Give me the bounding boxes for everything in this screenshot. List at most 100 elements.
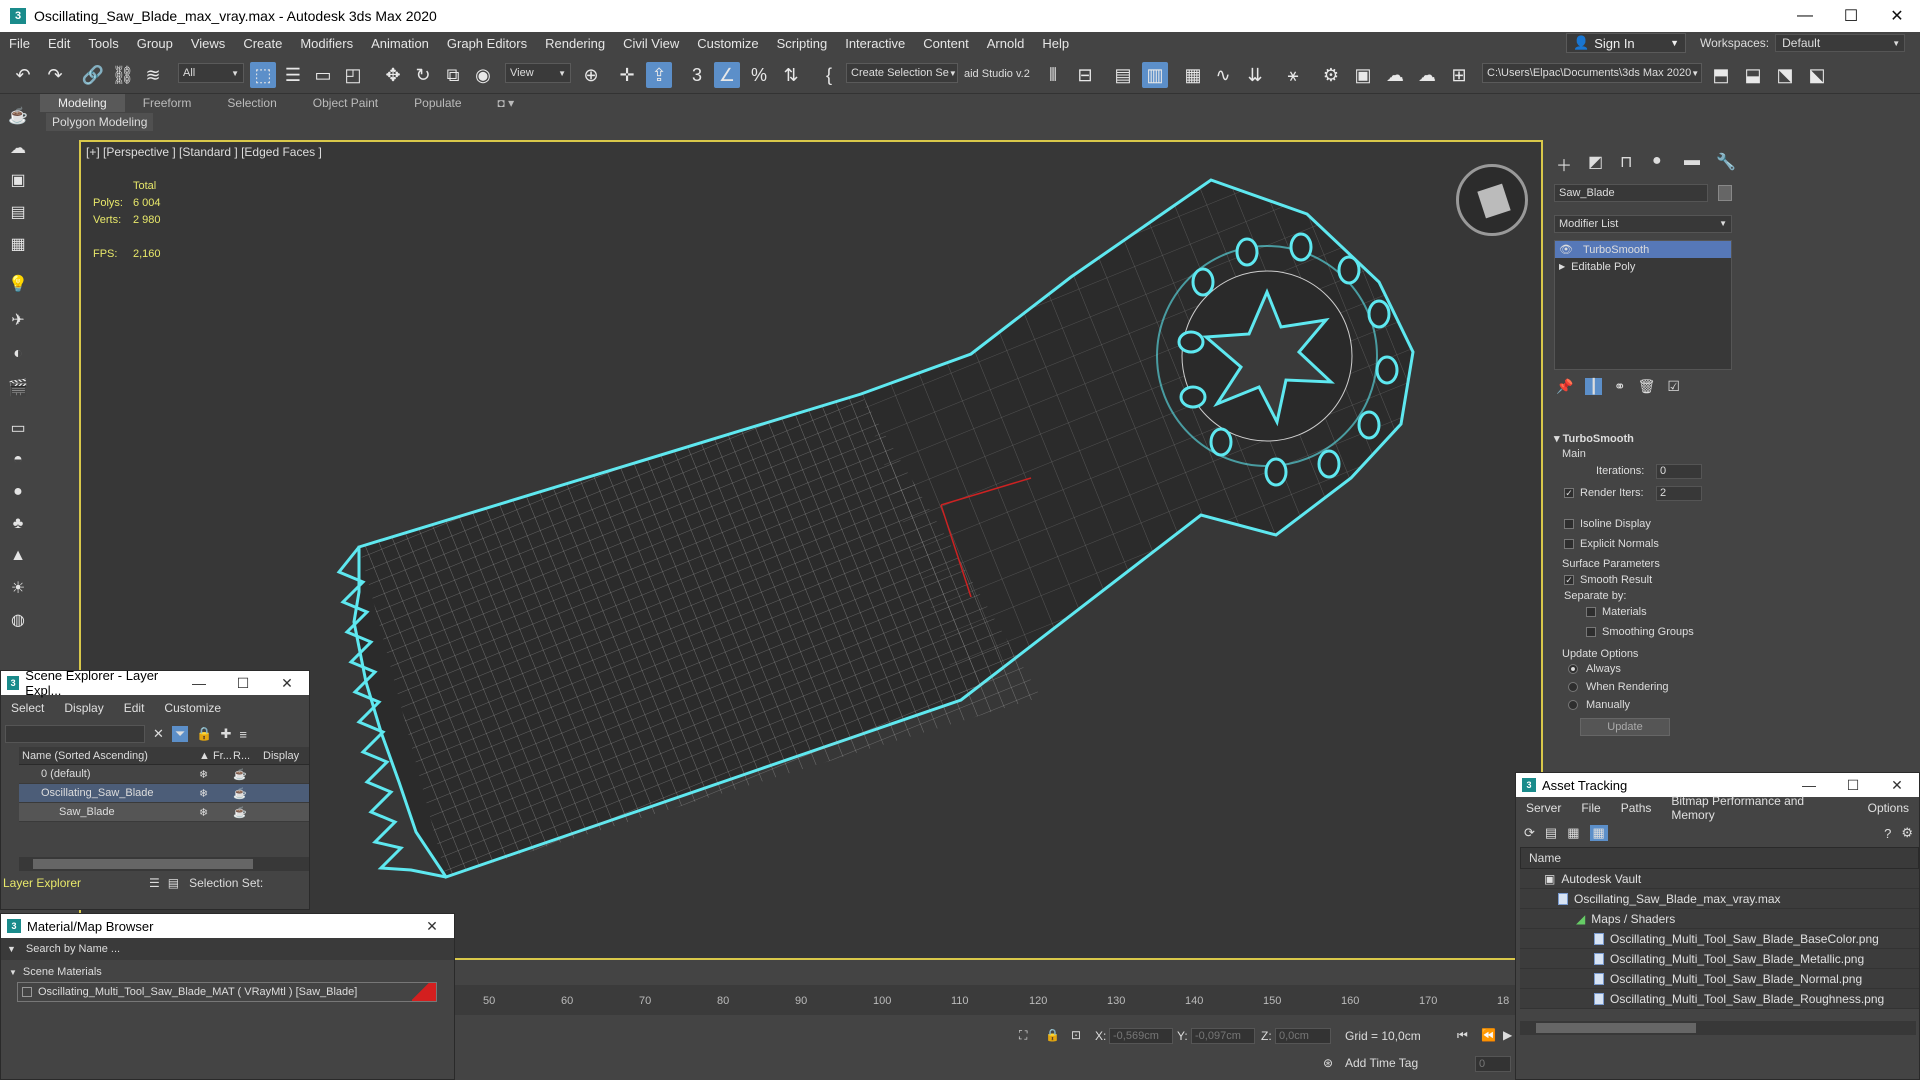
undo-icon[interactable]: ↶ <box>10 62 36 88</box>
filter-icon[interactable]: ⏷ <box>171 726 189 742</box>
vault-icon[interactable]: ⚙ <box>1901 825 1913 841</box>
angle-snap-icon[interactable]: ∠ <box>714 62 740 88</box>
rendered-frame-icon[interactable]: ▣ <box>1350 62 1376 88</box>
stack-item-turbosmooth[interactable]: 👁 TurboSmooth <box>1555 241 1731 258</box>
menu-civil-view[interactable]: Civil View <box>614 36 688 51</box>
maximize-button[interactable]: ☐ <box>1828 0 1874 32</box>
rotate-icon[interactable]: ↻ <box>410 62 436 88</box>
hierarchy-tab-icon[interactable]: ⊓ <box>1620 152 1644 176</box>
light-icon[interactable]: 💡 <box>6 272 30 296</box>
list-view-icon[interactable]: ▤ <box>1545 825 1557 841</box>
object-name-field[interactable]: Saw_Blade <box>1554 184 1708 202</box>
col-name[interactable]: Name (Sorted Ascending) <box>19 750 199 762</box>
redo-icon[interactable]: ↷ <box>42 62 68 88</box>
x-coordinate-field[interactable]: -0,569cm <box>1109 1028 1173 1044</box>
project-open-icon[interactable]: ⬓ <box>1740 62 1766 88</box>
maximize-button[interactable]: ☐ <box>221 675 265 692</box>
help-icon[interactable]: ? <box>1884 826 1891 841</box>
project-settings-icon[interactable]: ⬕ <box>1804 62 1830 88</box>
y-coordinate-field[interactable]: -0,097cm <box>1191 1028 1255 1044</box>
menu-customize[interactable]: Customize <box>154 701 231 715</box>
close-button[interactable]: ✕ <box>265 675 309 692</box>
render-iters-checkbox[interactable]: ✓ <box>1564 488 1574 498</box>
object-row[interactable]: Saw_Blade ❄ ☕ <box>19 803 309 822</box>
grid-icon[interactable]: ▦ <box>6 232 30 256</box>
ribbon-polygon-modeling[interactable]: Polygon Modeling <box>46 113 154 131</box>
menu-scripting[interactable]: Scripting <box>768 36 837 51</box>
layer-explorer-label[interactable]: Layer Explorer <box>1 876 141 890</box>
rect-selection-icon[interactable]: ▭ <box>310 62 336 88</box>
layer-row[interactable]: 0 (default) ❄ ☕ <box>19 765 309 784</box>
select-manipulate-icon[interactable]: ✛ <box>614 62 640 88</box>
freeze-icon[interactable]: ❄ <box>199 787 233 800</box>
document-icon[interactable]: ▤ <box>6 200 30 224</box>
align-icon[interactable]: ⊟ <box>1072 62 1098 88</box>
material-sphere-icon[interactable]: ◍ <box>6 608 30 632</box>
material-search-input[interactable]: Search by Name ... <box>26 943 120 955</box>
modify-tab-icon[interactable]: ◩ <box>1588 152 1612 176</box>
sun-icon[interactable]: ☀ <box>6 576 30 600</box>
select-object-icon[interactable]: ⬚ <box>250 62 276 88</box>
minimize-button[interactable]: — <box>1787 777 1831 794</box>
absolute-mode-icon[interactable]: ⊡ <box>1071 1028 1081 1042</box>
always-radio[interactable] <box>1568 664 1578 674</box>
menu-select[interactable]: Select <box>1 701 54 715</box>
cone-icon[interactable]: ▲ <box>6 544 30 568</box>
asset-row[interactable]: ◢ Maps / Shaders <box>1520 909 1919 929</box>
goto-start-icon[interactable]: ⏮ <box>1457 1028 1468 1043</box>
menu-graph-editors[interactable]: Graph Editors <box>438 36 536 51</box>
menu-group[interactable]: Group <box>128 36 182 51</box>
isolate-selection-icon[interactable]: ⛶ <box>1019 1028 1027 1043</box>
pivot-center-icon[interactable]: ⊕ <box>578 62 604 88</box>
z-coordinate-field[interactable]: 0,0cm <box>1275 1028 1331 1044</box>
sphere-icon[interactable]: ◐ <box>6 342 30 366</box>
menu-edit[interactable]: Edit <box>114 701 155 715</box>
render-activeshade-icon[interactable]: ⊞ <box>1446 62 1472 88</box>
asset-row[interactable]: Oscillating_Multi_Tool_Saw_Blade_Metalli… <box>1520 949 1919 969</box>
selection-filter-dropdown[interactable]: All ▼ <box>178 63 244 83</box>
eye-icon[interactable]: 👁 <box>1559 243 1573 256</box>
cloud-icon[interactable]: ☁ <box>6 136 30 160</box>
menu-paths[interactable]: Paths <box>1611 801 1662 815</box>
update-button[interactable]: Update <box>1580 718 1670 736</box>
render-iters-spinner[interactable]: 2 <box>1656 485 1702 501</box>
clear-search-icon[interactable]: ✕ <box>153 726 164 742</box>
remove-modifier-icon[interactable]: 🗑 <box>1638 378 1656 395</box>
link-icon[interactable]: 🔗 <box>80 62 106 88</box>
current-frame-field[interactable]: 0 <box>1475 1056 1511 1072</box>
asset-row[interactable]: ▣ Autodesk Vault <box>1520 869 1919 889</box>
table-view-icon[interactable]: ▦ <box>1589 825 1608 841</box>
lock-icon[interactable]: 🔒 <box>196 726 212 742</box>
new-layer-icon[interactable]: ✚ <box>221 726 232 742</box>
menu-customize[interactable]: Customize <box>688 36 767 51</box>
collapse-arrow-icon[interactable]: ▼ <box>9 968 17 977</box>
tab-freeform[interactable]: Freeform <box>125 94 210 112</box>
render-icon[interactable]: ☕ <box>233 806 263 819</box>
render-icon[interactable]: ☕ <box>233 768 263 781</box>
asset-col-name[interactable]: Name <box>1520 847 1919 869</box>
minimize-button[interactable]: — <box>177 675 221 692</box>
snaps-toggle-icon[interactable]: 3 <box>684 62 710 88</box>
chevron-down-icon[interactable]: ▼ <box>7 944 16 954</box>
project-folder-icon[interactable]: ⬒ <box>1708 62 1734 88</box>
menu-server[interactable]: Server <box>1516 801 1571 815</box>
menu-animation[interactable]: Animation <box>362 36 438 51</box>
menu-bitmap-performance[interactable]: Bitmap Performance and Memory <box>1661 794 1857 822</box>
col-display[interactable]: Display <box>263 750 303 762</box>
unlink-icon[interactable]: ⛓ <box>110 62 136 88</box>
play-icon[interactable]: ▶ <box>1503 1028 1512 1042</box>
layer-row[interactable]: Oscillating_Saw_Blade ❄ ☕ <box>19 784 309 803</box>
add-time-tag[interactable]: Add Time Tag <box>1345 1056 1418 1070</box>
rollout-header[interactable]: ▾ TurboSmooth <box>1554 430 1724 448</box>
teapot-icon[interactable]: ☕ <box>6 104 30 128</box>
render-production-icon[interactable]: ☁ <box>1382 62 1408 88</box>
place-icon[interactable]: ◉ <box>470 62 496 88</box>
layers-icon[interactable]: ≡ <box>239 727 247 742</box>
menu-modifiers[interactable]: Modifiers <box>291 36 362 51</box>
isoline-checkbox[interactable] <box>1564 519 1574 529</box>
time-tag-icon[interactable]: ⊛ <box>1323 1056 1333 1070</box>
col-freeze[interactable]: ▲ Fr... <box>199 750 233 762</box>
menu-rendering[interactable]: Rendering <box>536 36 614 51</box>
minimize-button[interactable]: — <box>1782 0 1828 32</box>
smoothing-groups-checkbox[interactable] <box>1586 627 1596 637</box>
